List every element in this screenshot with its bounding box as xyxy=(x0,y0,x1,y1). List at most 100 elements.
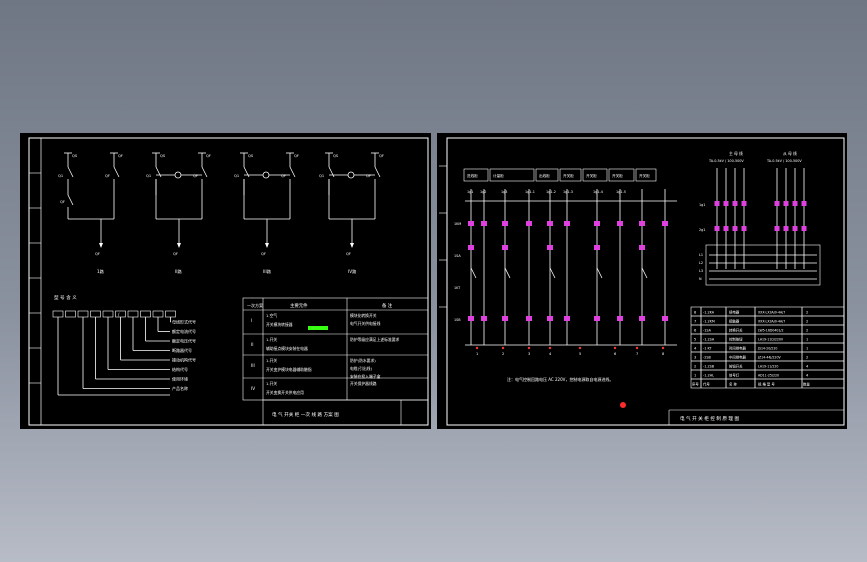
part-name: 信号灯 xyxy=(729,373,740,378)
code-box xyxy=(52,310,64,318)
wire-label: 1KM xyxy=(454,222,461,226)
switch-label: QF xyxy=(206,154,211,158)
node-dot xyxy=(661,346,665,350)
coil-symbol xyxy=(481,316,487,321)
node-dot xyxy=(527,346,531,350)
fuse-symbol xyxy=(723,226,729,231)
contact-symbol xyxy=(639,221,645,226)
bus-row-label: L2 xyxy=(699,261,703,265)
switch-label: QF xyxy=(294,154,299,158)
fuse-symbol xyxy=(783,201,789,206)
scheme-component: 开关变护模块电器辅助触指 xyxy=(266,367,312,372)
part-model: JS14-20/220 xyxy=(757,347,777,351)
part-name: 控制按钮 xyxy=(729,337,743,342)
feeder-circuit: QS QFQ1 QFQFII路 xyxy=(146,152,211,275)
code-box xyxy=(127,310,139,318)
switch-label: QS xyxy=(333,154,339,158)
part-model: XXX-LX3A/0-4A/7 xyxy=(758,311,785,315)
coil-symbol xyxy=(502,316,508,321)
part-qty: 1 xyxy=(806,338,808,342)
contact-symbol xyxy=(594,245,600,250)
feeder-label: II路 xyxy=(175,268,182,275)
wire-label: 1SA xyxy=(454,254,461,258)
column-label: 1g3 xyxy=(501,190,507,194)
feeder-circuit: QS QF Q1 QF QF QF 1路 xyxy=(58,152,123,275)
ct-symbol xyxy=(174,171,182,179)
scheme-note: 模块化转换开关 xyxy=(350,313,377,318)
contact-symbol xyxy=(502,221,508,226)
bus-spec: TA-0.5kV / 100-500V xyxy=(766,159,802,163)
table-header: 一次方案 xyxy=(247,302,263,308)
part-name: 接触器 xyxy=(729,319,740,324)
code-box xyxy=(90,310,101,318)
part-model: LW5-16D0401/2 xyxy=(758,329,784,333)
node-number: 2 xyxy=(502,352,504,356)
code-box xyxy=(102,310,114,318)
coil-symbol xyxy=(547,316,553,321)
part-model: JZ14-44J/220V xyxy=(757,356,781,360)
wiring-note: 注：电气控制回路电压 AC 220V，控制电源取自电源进线。 xyxy=(507,376,613,382)
part-name: 时间继电器 xyxy=(729,346,747,351)
device-label: QF xyxy=(261,252,266,256)
part-code: -1.2HL xyxy=(703,374,714,378)
scheme-component: 1.开关 xyxy=(266,381,277,386)
scheme-note: 电缆(引出线) xyxy=(350,366,372,371)
arrow-icon xyxy=(265,243,269,248)
part-name: 续电器 xyxy=(729,310,740,315)
bus-row-label: N xyxy=(699,277,702,281)
node-number: 7 xyxy=(636,352,638,356)
scheme-note: 开关保护器线路 xyxy=(350,381,377,386)
bus-title: 从 母 线 xyxy=(783,151,797,156)
part-number: 1 xyxy=(694,374,696,378)
parts-header: 代号 xyxy=(703,382,710,387)
device-label: QF xyxy=(95,252,100,256)
wire-label: 1KT xyxy=(454,286,461,290)
part-qty: 2 xyxy=(806,356,808,360)
part-qty: 2 xyxy=(806,329,808,333)
fuse-symbol xyxy=(801,201,807,206)
scheme-component: 开关模块转接器 xyxy=(266,322,293,327)
code-meaning: 结构代号 xyxy=(172,366,188,372)
part-model: XXX-LX3A/0-4A/7 xyxy=(758,320,785,324)
left-drawing: QS QFQ1 QFQFQF1路QS QFQ1 QFQFII路QS QFQ1 QFQFIII… xyxy=(28,137,429,426)
code-meaning: 额定电流代号 xyxy=(172,328,196,334)
parts-table: 8 -1.2KA 续电器 XXX-LX3A/0-4A/7 2 7 -1.2KM 接触器 XXX-… xyxy=(690,306,845,389)
part-code: -1.2SA xyxy=(703,338,715,342)
node-number: 8 xyxy=(662,352,665,356)
fuse-symbol xyxy=(714,201,720,206)
code-meaning: 使用环境 xyxy=(172,376,188,382)
part-code: -1SA xyxy=(703,329,712,333)
code-box xyxy=(140,310,151,318)
feeder-label: III路 xyxy=(263,268,272,275)
parts-header: 名 称 xyxy=(729,382,737,387)
part-qty: 1 xyxy=(806,347,808,351)
part-model: LA19-11D/220V xyxy=(758,338,784,342)
header-cell-label: 计量柜 xyxy=(493,173,504,178)
node-dot xyxy=(475,346,479,350)
fuse-symbol xyxy=(741,201,747,206)
scheme-id: II xyxy=(251,342,253,347)
code-box xyxy=(65,310,76,318)
scheme-note: 防护(防水要求) xyxy=(350,358,376,363)
bus-row-label: 1g1 xyxy=(699,203,705,207)
coil-symbol xyxy=(526,316,532,321)
node-dot xyxy=(613,346,617,350)
contact-symbol xyxy=(662,221,668,226)
contact-symbol xyxy=(468,245,474,250)
wire-label: 1SB xyxy=(454,318,461,322)
control-header-row: 进线柜 计量柜 出线柜 开关柜 开关柜 开关柜 开关柜 xyxy=(463,168,657,182)
feeder-circuit: QS QFQ1 QFQFIV路 xyxy=(319,152,384,275)
part-code: -1.2KA xyxy=(703,311,715,315)
contact-symbol xyxy=(639,245,645,250)
node-dot xyxy=(548,346,552,350)
fuse-symbol xyxy=(723,201,729,206)
part-number: 4 xyxy=(694,347,697,351)
part-code: -2SB xyxy=(703,356,712,360)
scheme-component: 辅助接点模块安装在电器 xyxy=(266,346,308,351)
node-number: 3 xyxy=(528,352,530,356)
feeder-circuit: QS QFQ1 QFQFIII路 xyxy=(234,152,299,275)
coil-symbol xyxy=(662,316,668,321)
fuse-symbol xyxy=(741,226,747,231)
column-label: 1g2 xyxy=(480,190,486,194)
node-number: 1 xyxy=(476,352,478,356)
